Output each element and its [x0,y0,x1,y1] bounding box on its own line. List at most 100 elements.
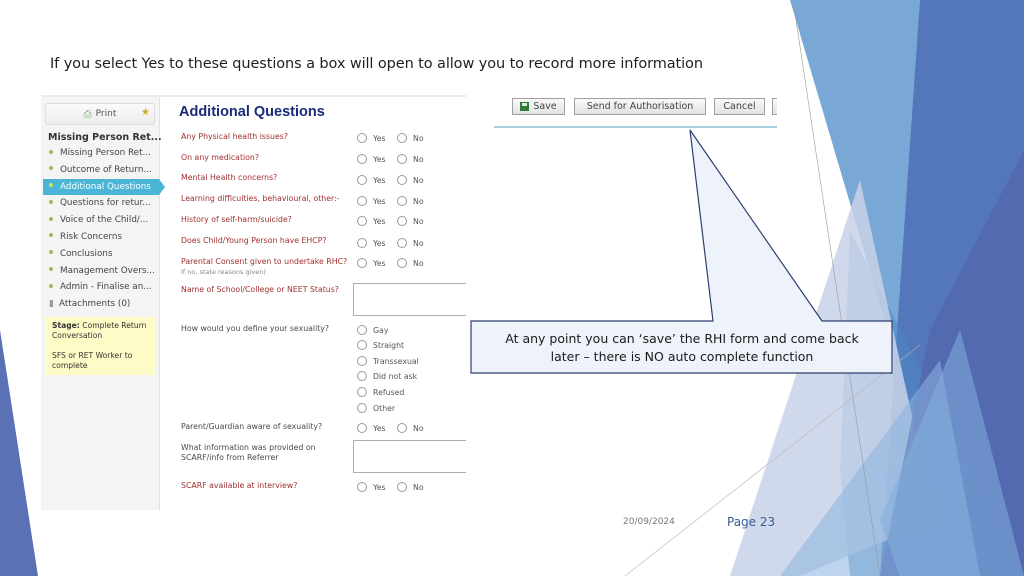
radio-circle-icon[interactable] [397,238,407,248]
printer-icon: ⎙ [83,108,92,120]
radio-circle-icon[interactable] [357,403,367,413]
additional-questions-form: Additional Questions Any Physical health… [179,97,466,510]
radio-circle-icon[interactable] [357,238,367,248]
radio-label: Yes [373,482,386,492]
sidebar-item-label: Voice of the Child/... [60,215,149,226]
radio-circle-icon[interactable] [357,258,367,268]
radio-circle-icon[interactable] [357,325,367,335]
question-text: What information was provided on [181,443,316,452]
radio-circle-icon[interactable] [397,482,407,492]
sidebar-heading[interactable]: Missing Person Ret... [48,132,162,143]
radio-guardian-aware-yes[interactable]: Yes [357,423,386,433]
pin-icon[interactable]: ★ [141,107,150,118]
radio-circle-icon[interactable] [397,133,407,143]
bullet-icon [49,183,53,188]
radio-parental-consent-no[interactable]: No [397,258,424,268]
sidebar-item-label: Questions for retur... [60,198,151,209]
radio-self-harm-yes[interactable]: Yes [357,216,386,226]
sidebar-item-additional-questions[interactable]: Additional Questions [43,178,165,196]
radio-sexuality-gay[interactable]: Gay [357,325,388,335]
bullet-icon [49,216,53,221]
radio-label: Yes [373,238,386,248]
radio-medication-yes[interactable]: Yes [357,154,386,164]
sidebar-item-label: Management Overs... [60,265,155,276]
radio-circle-icon[interactable] [357,371,367,381]
radio-circle-icon[interactable] [397,154,407,164]
send-for-authorisation-button[interactable]: Send for Authorisation [574,98,706,115]
cancel-button[interactable]: Cancel [714,98,765,115]
print-button[interactable]: ⎙ Print ★ [45,103,155,125]
question-text: SCARF available at interview? [181,481,298,490]
radio-circle-icon[interactable] [357,133,367,143]
radio-circle-icon[interactable] [357,196,367,206]
bullet-icon [49,267,53,272]
radio-label: Yes [373,216,386,226]
question-text: Does Child/Young Person have EHCP? [181,236,327,245]
radio-circle-icon[interactable] [357,423,367,433]
radio-scarf-available-no[interactable]: No [397,482,424,492]
radio-sexuality-transsexual[interactable]: Transsexual [357,356,419,366]
radio-circle-icon[interactable] [397,423,407,433]
radio-label: No [413,423,424,433]
sidebar-item-questions-for-return[interactable]: Questions for retur... [41,195,159,212]
bullet-icon [49,199,53,204]
more-button[interactable] [772,98,777,115]
question-ehcp-label: Does Child/Young Person have EHCP? [181,236,327,246]
radio-learning-difficulties-yes[interactable]: Yes [357,196,386,206]
radio-label: Yes [373,175,386,185]
school-college-textarea[interactable] [353,283,466,316]
radio-circle-icon[interactable] [357,356,367,366]
radio-guardian-aware-no[interactable]: No [397,423,424,433]
radio-circle-icon[interactable] [357,154,367,164]
question-text: Any Physical health issues? [181,132,288,141]
radio-parental-consent-yes[interactable]: Yes [357,258,386,268]
radio-circle-icon[interactable] [397,216,407,226]
radio-ehcp-yes[interactable]: Yes [357,238,386,248]
sidebar-item-voice-of-child[interactable]: Voice of the Child/... [41,212,159,229]
save-button[interactable]: Save [512,98,565,115]
radio-mental-health-yes[interactable]: Yes [357,175,386,185]
radio-circle-icon[interactable] [357,387,367,397]
radio-sexuality-other[interactable]: Other [357,403,395,413]
sidebar-item-outcome[interactable]: Outcome of Return... [41,162,159,179]
sidebar-item-management-oversight[interactable]: Management Overs... [41,263,159,280]
radio-circle-icon[interactable] [357,216,367,226]
radio-circle-icon[interactable] [357,340,367,350]
save-label: Save [533,101,557,112]
radio-circle-icon[interactable] [397,258,407,268]
radio-sexuality-refused[interactable]: Refused [357,387,404,397]
radio-circle-icon[interactable] [357,482,367,492]
question-text-line-2: SCARF/info from Referrer [181,453,279,462]
question-medication-label: On any medication? [181,153,259,163]
radio-medication-no[interactable]: No [397,154,424,164]
question-school-college-label: Name of School/College or NEET Status? [181,285,339,295]
sidebar-item-attachments[interactable]: ▮ Attachments (0) [41,296,159,313]
question-scarf-available-label: SCARF available at interview? [181,481,297,491]
radio-circle-icon[interactable] [397,175,407,185]
radio-scarf-available-yes[interactable]: Yes [357,482,386,492]
radio-mental-health-no[interactable]: No [397,175,424,185]
radio-sexuality-straight[interactable]: Straight [357,340,404,350]
radio-label: No [413,175,424,185]
scarf-info-textarea[interactable] [353,440,466,473]
radio-label: No [413,196,424,206]
sidebar-item-missing-person[interactable]: Missing Person Ret... [41,145,159,162]
radio-sexuality-did-not-ask[interactable]: Did not ask [357,371,417,381]
sidebar-item-risk-concerns[interactable]: Risk Concerns [41,229,159,246]
radio-self-harm-no[interactable]: No [397,216,424,226]
radio-physical-health-no[interactable]: No [397,133,424,143]
question-text: On any medication? [181,153,260,162]
radio-ehcp-no[interactable]: No [397,238,424,248]
radio-circle-icon[interactable] [397,196,407,206]
sidebar-item-label: Missing Person Ret... [60,148,151,158]
radio-physical-health-yes[interactable]: Yes [357,133,386,143]
radio-label: No [413,482,424,492]
sidebar-item-label: Risk Concerns [60,231,122,242]
radio-learning-difficulties-no[interactable]: No [397,196,424,206]
sidebar-item-conclusions[interactable]: Conclusions [41,246,159,263]
sidebar-item-label: Admin - Finalise an... [60,282,152,293]
radio-label: No [413,258,424,268]
sidebar-item-admin-finalise[interactable]: Admin - Finalise an... [41,279,159,296]
bullet-icon [49,166,53,171]
radio-circle-icon[interactable] [357,175,367,185]
